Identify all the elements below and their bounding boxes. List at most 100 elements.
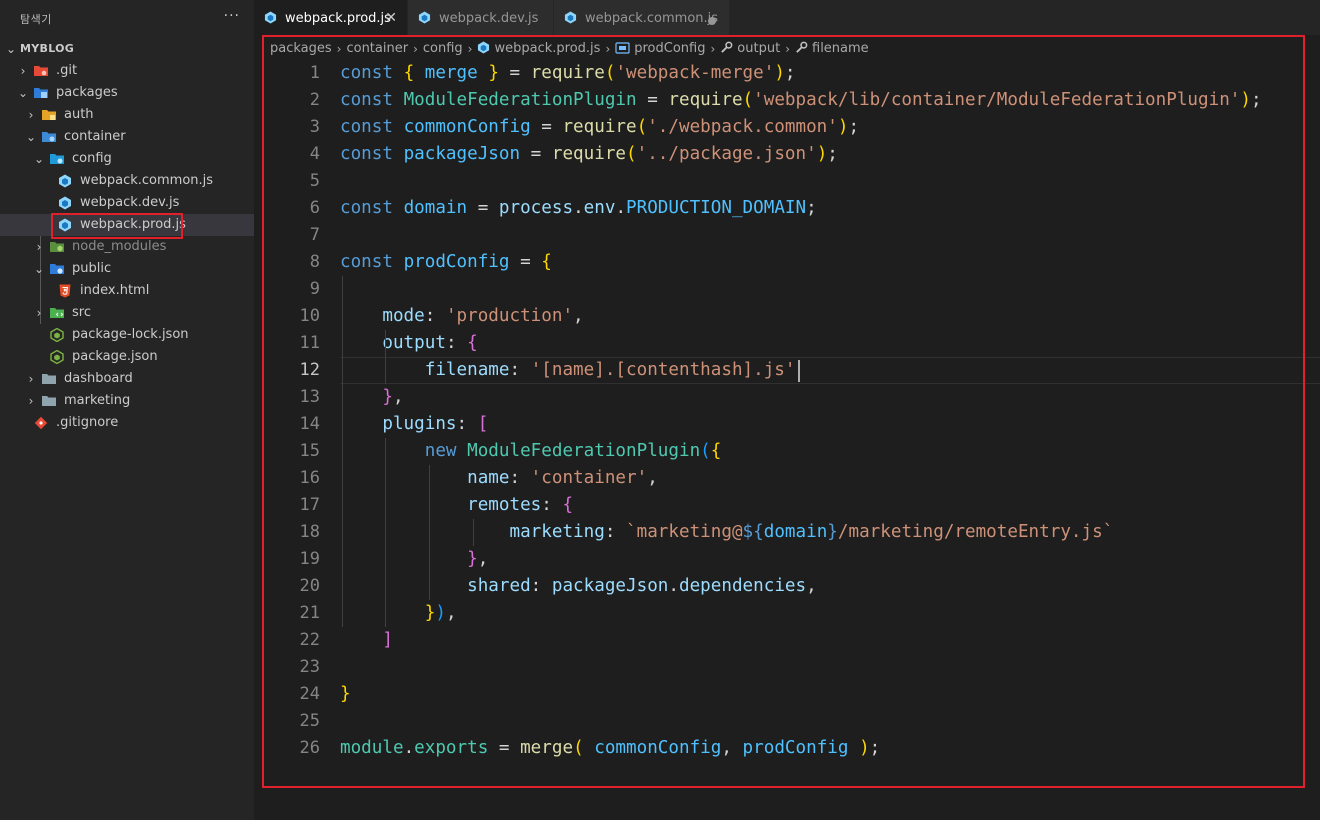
line-number: 7 — [309, 225, 320, 245]
breadcrumb-item-filename[interactable]: filename — [812, 38, 869, 60]
breadcrumb-item-packages[interactable]: packages — [270, 38, 332, 60]
explorer-title: 탐색기 — [20, 13, 52, 26]
code-line: const packageJson = require('../package.… — [340, 141, 838, 168]
tree-item-auth[interactable]: › auth — [0, 104, 254, 126]
webpack-icon — [564, 11, 577, 24]
tree-item-src[interactable]: › src — [0, 302, 254, 324]
tree-item-label: index.html — [80, 283, 150, 298]
code-line: shared: packageJson.dependencies, — [340, 573, 817, 600]
folder-icon — [42, 132, 56, 142]
tree-item-webpack-common[interactable]: webpack.common.js — [0, 170, 254, 192]
wrench-icon — [721, 41, 733, 53]
public-folder-icon — [50, 264, 64, 274]
code-token: 'webpack/lib/container/ModuleFederationP… — [753, 90, 1241, 110]
code-token: = — [498, 63, 531, 83]
tree-root-label: MYBLOG — [20, 42, 75, 55]
code-token: ModuleFederationPlugin — [403, 90, 637, 110]
breadcrumb-item-output[interactable]: output — [737, 38, 780, 60]
code-token: : — [445, 333, 468, 353]
breadcrumb-item-config[interactable]: config — [423, 38, 463, 60]
tree-item-webpack-dev[interactable]: webpack.dev.js — [0, 192, 254, 214]
code-line: const domain = process.env.PRODUCTION_DO… — [340, 195, 817, 222]
code-token: { — [710, 441, 722, 461]
code-token: . — [403, 738, 415, 758]
chevron-down-icon: ⌄ — [5, 42, 17, 56]
tab-webpack-dev[interactable]: webpack.dev.js — [408, 0, 554, 35]
code-token: require — [530, 63, 605, 83]
chevron-down-icon: ⌄ — [33, 262, 45, 276]
webpack-icon — [478, 41, 490, 54]
packages-folder-icon — [34, 88, 48, 98]
tree-item-index-html[interactable]: index.html — [0, 280, 254, 302]
line-number: 2 — [309, 90, 320, 110]
code-token: mode — [382, 306, 425, 326]
code-line: }, — [340, 384, 403, 411]
webpack-icon — [264, 11, 277, 24]
tree-item-webpack-prod[interactable]: webpack.prod.js — [0, 214, 254, 236]
line-number: 26 — [299, 738, 320, 758]
code-token: = — [520, 144, 552, 164]
code-line: const { merge } = require('webpack-merge… — [340, 60, 796, 87]
explorer-sidebar: 탐색기 ··· ⌄ MYBLOG › .git ⌄ packages › aut… — [0, 0, 254, 820]
line-number: 23 — [299, 657, 320, 677]
code-token: : — [530, 576, 552, 596]
code-line: const prodConfig = { — [340, 249, 552, 276]
tree-item-gitignore[interactable]: .gitignore — [0, 412, 254, 434]
code-token: commonConfig — [403, 117, 531, 137]
close-icon[interactable]: ✕ — [385, 0, 397, 36]
code-token: packageJson — [403, 144, 521, 164]
code-token: ) — [837, 117, 849, 137]
tab-webpack-prod[interactable]: webpack.prod.js ✕ — [254, 0, 408, 35]
tree-item-git[interactable]: › .git — [0, 60, 254, 82]
code-line: const commonConfig = require('./webpack.… — [340, 114, 859, 141]
tree-item-package-json[interactable]: package.json — [0, 346, 254, 368]
tree-item-public[interactable]: ⌄ public — [0, 258, 254, 280]
code-token: ; — [806, 198, 817, 218]
code-token: } — [382, 387, 393, 407]
tree-item-label: config — [72, 151, 112, 166]
breadcrumb-item-file[interactable]: webpack.prod.js — [494, 38, 600, 60]
tree-item-config[interactable]: ⌄ config — [0, 148, 254, 170]
code-token: = — [488, 738, 521, 758]
tree-item-marketing[interactable]: › marketing — [0, 390, 254, 412]
code-token: , — [806, 576, 817, 596]
tree-item-package-lock-json[interactable]: package-lock.json — [0, 324, 254, 346]
breadcrumb-item-prodconfig[interactable]: prodConfig — [634, 38, 705, 60]
tree-item-label: src — [72, 305, 91, 320]
line-number: 9 — [309, 279, 320, 299]
tree-item-label: dashboard — [64, 371, 133, 386]
webpack-icon — [59, 174, 71, 188]
code-token: merge — [520, 738, 574, 758]
code-token: const — [340, 144, 393, 164]
code-token: , — [445, 603, 457, 623]
code-token: { — [541, 252, 552, 272]
tab-webpack-common[interactable]: webpack.common.js — [554, 0, 730, 35]
code-token: , — [477, 549, 489, 569]
tree-item-container[interactable]: ⌄ container — [0, 126, 254, 148]
line-number: 1 — [309, 63, 320, 83]
code-editor[interactable]: 1 2 3 4 5 6 7 8 9 10 11 12 13 14 15 16 17 18 19 20 21 22 23 24 2… — [254, 60, 1320, 820]
code-token: `marketing@ — [626, 522, 743, 542]
code-token: , — [647, 468, 658, 488]
breadcrumb-separator: › — [605, 42, 611, 56]
tree-item-dashboard[interactable]: › dashboard — [0, 368, 254, 390]
tree-root-myblog[interactable]: ⌄ MYBLOG — [0, 38, 254, 60]
tree-item-node-modules[interactable]: › node_modules — [0, 236, 254, 258]
unsaved-dot-icon[interactable] — [708, 17, 716, 25]
breadcrumb-item-container[interactable]: container — [346, 38, 408, 60]
tree-item-packages[interactable]: ⌄ packages — [0, 82, 254, 104]
code-token: ( — [573, 738, 584, 758]
chevron-right-icon: › — [28, 394, 34, 408]
code-line: } — [340, 681, 351, 708]
code-line: remotes: { — [340, 492, 573, 519]
tab-bar: webpack.prod.js ✕ webpack.dev.js webpack… — [254, 0, 1320, 35]
code-token: : — [456, 414, 478, 434]
more-actions-icon[interactable]: ··· — [224, 8, 240, 24]
line-number: 22 — [299, 630, 320, 650]
